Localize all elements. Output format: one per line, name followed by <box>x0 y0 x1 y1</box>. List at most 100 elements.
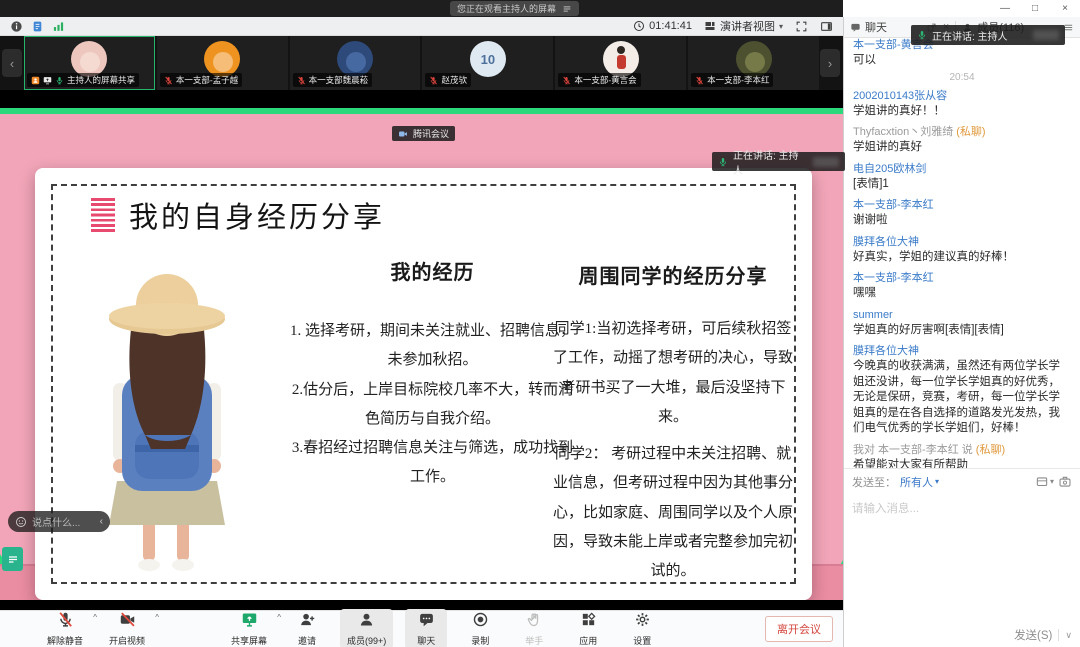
screenshot-caret-icon: ▾ <box>1050 477 1054 486</box>
banner-menu-icon[interactable] <box>562 4 572 14</box>
maximize-button[interactable]: □ <box>1020 0 1050 17</box>
chat-button[interactable]: 聊天 <box>405 609 447 647</box>
message-sender-row: 2002010143张从容 <box>853 86 1071 104</box>
speaking-text: 正在讲话: 主持人 <box>932 28 1008 43</box>
message-sender: Thyfacxtion丶刘雅绮 <box>853 126 953 138</box>
clock-icon <box>633 20 645 32</box>
toolbar-button-label: 成员(99+) <box>347 634 386 647</box>
chat-bubble-icon <box>850 22 861 33</box>
participant-label: 赵茂欤 <box>425 73 471 87</box>
strip-next-button[interactable]: › <box>820 49 840 77</box>
view-mode-dropdown[interactable]: 演讲者视图 ▾ <box>704 18 783 34</box>
participant-label: 本一支部-黄言会 <box>558 73 640 87</box>
image-icon <box>1058 475 1072 489</box>
participant-tile[interactable]: 本一支部-李本红 <box>688 36 819 90</box>
participant-avatar <box>71 41 107 77</box>
strip-prev-button[interactable]: ‹ <box>2 49 22 77</box>
send-button[interactable]: 发送(S) <box>1014 627 1052 643</box>
blurred-watermark <box>1033 30 1059 40</box>
participant-tile[interactable]: 本一支部魏晨菘 <box>290 36 421 90</box>
avatar-decor <box>745 52 765 72</box>
presentation-slide: 我的自身经历分享 <box>35 168 812 600</box>
network-signal-icon[interactable] <box>52 20 65 33</box>
participant-avatar <box>204 41 240 77</box>
members-button[interactable]: 成员(99+) <box>340 609 393 647</box>
screenshot-button[interactable]: ▾ <box>1035 475 1054 489</box>
participant-tile[interactable]: 主持人的屏幕共享 <box>24 36 155 90</box>
minimize-button[interactable]: — <box>990 0 1020 17</box>
security-shield-icon[interactable] <box>31 20 44 33</box>
message-sender: 本一支部-李本红 <box>853 272 934 284</box>
caret-up-icon[interactable]: ^ <box>155 613 159 622</box>
chat-send-bar: 发送至： 所有人 ▾ ▾ <box>844 468 1080 494</box>
leave-meeting-button[interactable]: 离开会议 <box>765 616 833 642</box>
caption-lines-icon <box>7 553 19 565</box>
message-sender-row: 电自205欧林剑 <box>853 159 1071 177</box>
avatar-decor <box>617 55 626 69</box>
toolbar-button-label: 共享屏幕 <box>231 634 267 647</box>
tab-chat[interactable]: 聊天 <box>850 19 887 35</box>
toolbar-button-label: 录制 <box>471 634 489 647</box>
meeting-info-bar: 01:41:41 演讲者视图 ▾ <box>0 17 843 36</box>
message-text: 学姐真的好厉害啊[表情][表情] <box>853 323 1071 339</box>
chat-input[interactable]: 请输入消息... <box>844 494 1080 623</box>
message-sender-row: 我对 本一支部-李本红 说(私聊) <box>853 440 1071 458</box>
participant-tile[interactable]: 本一支部-孟子越 <box>157 36 288 90</box>
message-text: 谢谢啦 <box>853 213 1071 229</box>
send-to-dropdown[interactable]: 所有人 ▾ <box>900 474 939 490</box>
toolbar-button-label: 聊天 <box>417 634 435 647</box>
message-sender-row: 本一支部-李本红 <box>853 268 1071 286</box>
avatar-decor <box>213 52 233 72</box>
unmute-button[interactable]: 解除静音^ <box>40 609 90 647</box>
meeting-info-icon[interactable] <box>10 20 23 33</box>
watermark-badge: 腾讯会议 <box>392 126 455 141</box>
collapse-arrow-icon[interactable]: ‹ <box>100 516 103 527</box>
toolbar-button-label: 邀请 <box>298 634 316 647</box>
participant-label: 本一支部-李本红 <box>691 73 773 87</box>
caret-up-icon[interactable]: ^ <box>93 613 97 622</box>
barrage-input-pill[interactable]: 说点什么... ‹ <box>8 511 110 532</box>
invite-button[interactable]: 邀请 <box>286 609 328 647</box>
participant-tile[interactable]: 本一支部-黄言会 <box>555 36 686 90</box>
girl-illustration <box>65 263 270 583</box>
image-button[interactable] <box>1058 475 1072 489</box>
start-video-button[interactable]: 开启视频^ <box>102 609 152 647</box>
message-sender: 本一支部-李本红 <box>853 199 934 211</box>
meeting-window: 您正在观看主持人的屏幕 — □ × 01:41:41 演讲者视图 ▾ <box>0 0 1080 647</box>
caption-toggle-button[interactable] <box>2 547 23 571</box>
message-text: 可以 <box>853 53 1071 69</box>
classmates-paragraph-list: 同学1:当初选择考研，可后续秋招签了工作，动摇了想考研的决心，导致考研书买了一大… <box>553 315 793 586</box>
classmate-paragraph: 同学1:当初选择考研，可后续秋招签了工作，动摇了想考研的决心，导致考研书买了一大… <box>553 315 793 432</box>
share-screen-button[interactable]: 共享屏幕^ <box>224 609 274 647</box>
speaking-indicator: 正在讲话: 主持人 <box>712 152 845 171</box>
participant-tile[interactable]: 10赵茂欤 <box>422 36 553 90</box>
participant-name: 本一支部-李本红 <box>707 74 769 86</box>
raise-hand-button: 举手 <box>513 609 555 647</box>
record-button[interactable]: 录制 <box>459 609 501 647</box>
participant-name: 本一支部-黄言会 <box>574 74 636 86</box>
chat-send-row: 发送(S) ∨ <box>844 623 1080 647</box>
message-sender-row: 膜拜各位大神 <box>853 341 1071 359</box>
send-options-caret-icon[interactable]: ∨ <box>1065 630 1072 641</box>
chat-message: summer学姐真的好厉害啊[表情][表情] <box>853 305 1071 339</box>
message-text: 希望能对大家有所帮助 <box>853 458 1071 468</box>
apps-button[interactable]: 应用 <box>567 609 609 647</box>
message-sender-row: Thyfacxtion丶刘雅绮(私聊) <box>853 122 1071 140</box>
column-heading: 我的经历 <box>290 256 575 285</box>
window-controls: — □ × <box>990 0 1080 17</box>
fullscreen-icon[interactable] <box>795 20 808 33</box>
settings-button[interactable]: 设置 <box>621 609 663 647</box>
participant-name: 赵茂欤 <box>441 74 467 86</box>
layout-icon[interactable] <box>820 20 833 33</box>
participant-avatar: 10 <box>470 41 506 77</box>
titlebar-dark-area <box>0 0 843 17</box>
chat-icon <box>418 611 435 633</box>
experience-item: 2.估分后，上岸目标院校几率不大，转而润色简历与自我介绍。 <box>290 376 575 435</box>
view-mode-caret-icon: ▾ <box>779 22 783 31</box>
observer-banner[interactable]: 您正在观看主持人的屏幕 <box>450 1 579 16</box>
caret-up-icon[interactable]: ^ <box>277 613 281 622</box>
close-button[interactable]: × <box>1050 0 1080 17</box>
watermark-text: 腾讯会议 <box>413 127 449 140</box>
participant-avatar <box>603 41 639 77</box>
apps-icon <box>580 611 597 633</box>
